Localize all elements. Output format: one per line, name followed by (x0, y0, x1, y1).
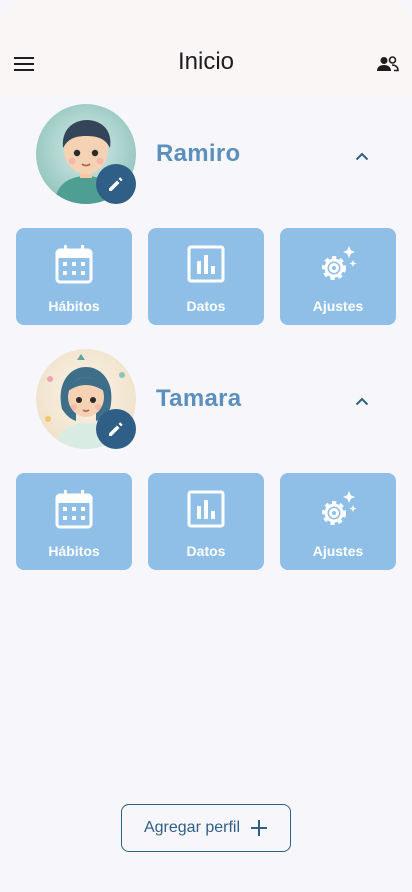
add-profile-button[interactable]: Agregar perfil (121, 804, 291, 852)
page-title: Inicio (177, 48, 235, 75)
avatar-container (36, 349, 136, 449)
edit-avatar-button[interactable] (96, 409, 136, 449)
avatar-container (36, 104, 136, 204)
app-screen: Inicio Ramiro Hábitos Datos Ajustes Tama… (0, 0, 412, 892)
tile-label: Datos (186, 298, 226, 314)
data-tile[interactable]: Datos (148, 228, 264, 325)
tile-label: Ajustes (312, 543, 364, 559)
top-app-bar: Inicio (0, 0, 412, 96)
pencil-icon (109, 422, 123, 436)
chevron-up-icon (355, 152, 369, 160)
gear-sparkle-icon (322, 246, 357, 280)
edit-avatar-button[interactable] (96, 164, 136, 204)
tile-label: Hábitos (48, 298, 100, 314)
chevron-up-icon (355, 397, 369, 405)
manage-profiles-button[interactable] (376, 52, 400, 76)
gear-sparkle-icon (322, 491, 357, 525)
settings-tile[interactable]: Ajustes (280, 228, 396, 325)
profile-name: Tamara (156, 385, 242, 412)
calendar-icon (55, 490, 93, 529)
habits-tile[interactable]: Hábitos (16, 473, 132, 570)
add-profile-label: Agregar perfil (143, 819, 241, 836)
collapse-profile-button[interactable] (350, 144, 374, 168)
tile-label: Datos (186, 543, 226, 559)
tile-label: Ajustes (312, 298, 364, 314)
chart-icon (187, 245, 225, 283)
habits-tile[interactable]: Hábitos (16, 228, 132, 325)
tile-label: Hábitos (48, 543, 100, 559)
plus-icon (251, 820, 268, 836)
people-icon (377, 56, 399, 72)
settings-tile[interactable]: Ajustes (280, 473, 396, 570)
profile-name: Ramiro (156, 140, 241, 167)
profile-card-ramiro: Ramiro Hábitos Datos Ajustes (0, 100, 412, 340)
calendar-icon (55, 245, 93, 284)
pencil-icon (109, 177, 123, 191)
profile-actions: Hábitos Datos Ajustes (16, 228, 396, 325)
collapse-profile-button[interactable] (350, 389, 374, 413)
profile-actions: Hábitos Datos Ajustes (16, 473, 396, 570)
profile-card-tamara: Tamara Hábitos Datos Ajustes (0, 345, 412, 585)
chart-icon (187, 490, 225, 528)
data-tile[interactable]: Datos (148, 473, 264, 570)
